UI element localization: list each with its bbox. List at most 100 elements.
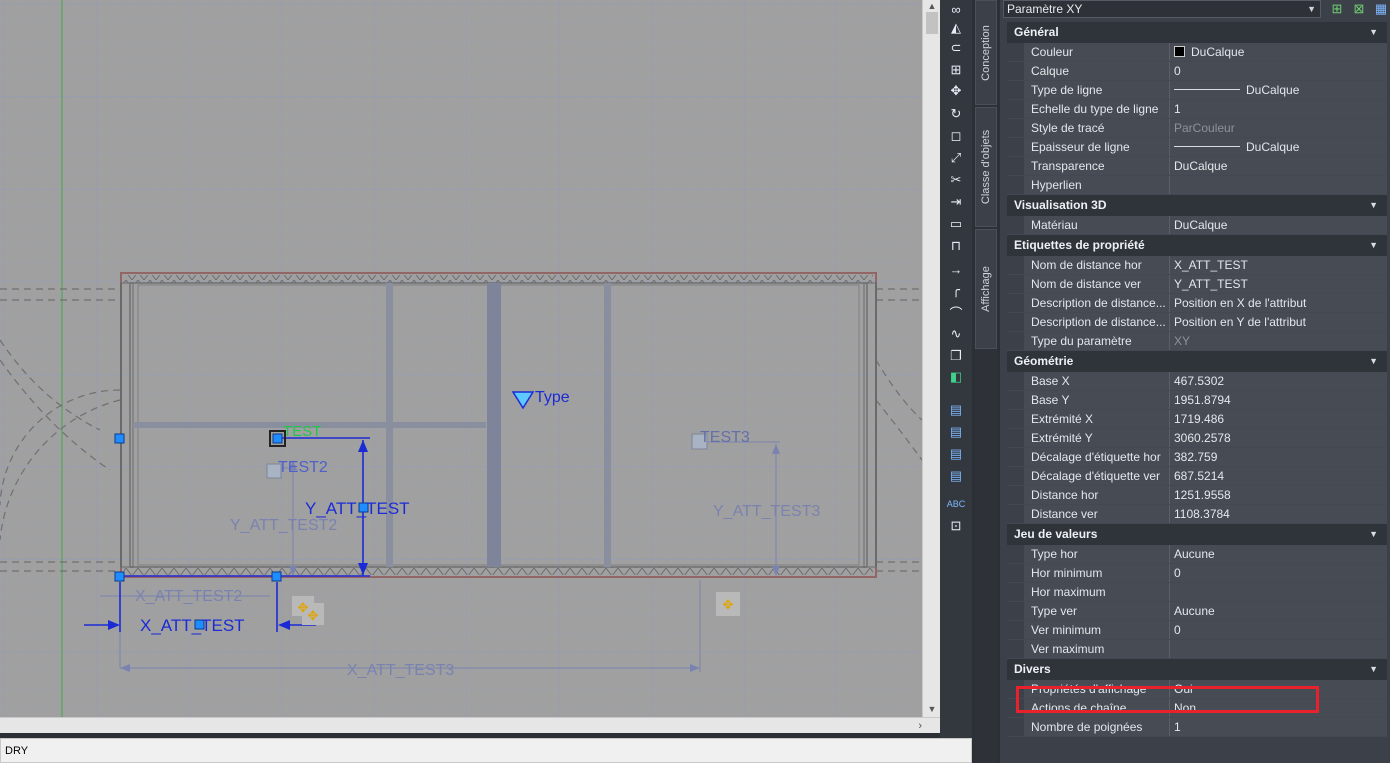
collapse-chevron-icon[interactable]: ▼	[1369, 659, 1378, 680]
extend-tool-icon[interactable]: ⇥	[946, 193, 966, 211]
property-row[interactable]: Distance hor 1251.9558	[1007, 486, 1387, 505]
property-value[interactable]: Y_ATT_TEST	[1170, 275, 1387, 293]
property-value[interactable]: 1251.9558	[1170, 486, 1387, 504]
property-row[interactable]: Type de ligne DuCalque	[1007, 81, 1387, 100]
property-row[interactable]: Type hor Aucune	[1007, 545, 1387, 564]
property-row[interactable]: Calque 0	[1007, 62, 1387, 81]
section-header[interactable]: Divers ▼	[1007, 659, 1387, 680]
property-row[interactable]: Hor minimum 0	[1007, 564, 1387, 583]
property-row[interactable]: Type du paramètre XY	[1007, 332, 1387, 351]
quick-select-icon[interactable]: ⊞	[1329, 1, 1345, 17]
toggle-pickadd-icon[interactable]: ▦	[1373, 1, 1389, 17]
property-row[interactable]: Décalage d'étiquette hor 382.759	[1007, 448, 1387, 467]
property-value[interactable]: XY	[1170, 332, 1387, 350]
property-row[interactable]: Epaisseur de ligne DuCalque	[1007, 138, 1387, 157]
property-row[interactable]: Couleur DuCalque	[1007, 43, 1387, 62]
section-header[interactable]: Géométrie ▼	[1007, 351, 1387, 372]
property-row[interactable]: Distance ver 1108.3784	[1007, 505, 1387, 524]
collapse-chevron-icon[interactable]: ▼	[1369, 195, 1378, 216]
scroll-right-icon[interactable]: ›	[918, 718, 922, 734]
object-type-select[interactable]: Paramètre XY ▼	[1003, 0, 1321, 18]
mirror-tool-icon[interactable]: ◭	[946, 19, 966, 37]
property-value[interactable]	[1170, 176, 1387, 194]
property-value[interactable]: DuCalque	[1170, 216, 1387, 234]
property-value[interactable]: 687.5214	[1170, 467, 1387, 485]
scale-tool-icon[interactable]: ◻	[946, 127, 966, 145]
property-row[interactable]: Matériau DuCalque	[1007, 216, 1387, 235]
property-row[interactable]: Style de tracé ParCouleur	[1007, 119, 1387, 138]
property-value[interactable]	[1170, 583, 1387, 601]
tab-affichage[interactable]: Affichage	[975, 229, 997, 349]
property-row[interactable]: Echelle du type de ligne 1	[1007, 100, 1387, 119]
spline-tool-icon[interactable]: ∿	[946, 325, 966, 343]
property-row[interactable]: Nom de distance ver Y_ATT_TEST	[1007, 275, 1387, 294]
property-value[interactable]: ParCouleur	[1170, 119, 1387, 137]
move-tool-icon[interactable]: ✥	[946, 82, 966, 100]
property-value[interactable]: 467.5302	[1170, 372, 1387, 390]
property-row[interactable]: Base X 467.5302	[1007, 372, 1387, 391]
section-header[interactable]: Jeu de valeurs ▼	[1007, 524, 1387, 545]
property-row[interactable]: Transparence DuCalque	[1007, 157, 1387, 176]
property-value[interactable]: 0	[1170, 564, 1387, 582]
text-tool-icon[interactable]: ABC	[946, 495, 966, 513]
command-line[interactable]: DRY	[0, 738, 972, 763]
property-value[interactable]: 0	[1170, 621, 1387, 639]
property-row[interactable]: Ver maximum	[1007, 640, 1387, 659]
break-tool-icon[interactable]: ▭	[946, 215, 966, 233]
property-row[interactable]: Type ver Aucune	[1007, 602, 1387, 621]
property-row[interactable]: Description de distance... Position en Y …	[1007, 313, 1387, 332]
section-header[interactable]: Général ▼	[1007, 22, 1387, 43]
layer-tool-3-icon[interactable]: ▤	[946, 445, 966, 463]
scroll-thumb[interactable]	[926, 12, 938, 34]
copy-tool-icon[interactable]: ❐	[946, 347, 966, 365]
drawing-canvas[interactable]: ✥ ✥ ✥ TEST TEST2 TEST3 Type Y_ATT_TEST Y…	[0, 0, 922, 717]
property-value[interactable]: 1951.8794	[1170, 391, 1387, 409]
property-row[interactable]: Nombre de poignées 1	[1007, 718, 1387, 737]
tab-classe-objets[interactable]: Classe d'objets	[975, 107, 997, 227]
property-value[interactable]: DuCalque	[1170, 43, 1387, 61]
property-row[interactable]: Ver minimum 0	[1007, 621, 1387, 640]
collapse-chevron-icon[interactable]: ▼	[1369, 22, 1378, 43]
collapse-chevron-icon[interactable]: ▼	[1369, 235, 1378, 256]
rect-array-icon[interactable]: ⊞	[946, 61, 966, 79]
property-row[interactable]: Hor maximum	[1007, 583, 1387, 602]
property-row[interactable]: Description de distance... Position en X …	[1007, 294, 1387, 313]
collapse-chevron-icon[interactable]: ▼	[1369, 524, 1378, 545]
horizontal-scrollbar[interactable]: ›	[0, 717, 940, 733]
property-value[interactable]: Aucune	[1170, 602, 1387, 620]
property-value[interactable]	[1170, 640, 1387, 658]
section-header[interactable]: Etiquettes de propriété ▼	[1007, 235, 1387, 256]
erase-tool-icon[interactable]: ◧	[946, 368, 966, 386]
arc-tool-icon[interactable]: ⌒	[946, 303, 966, 321]
layer-tool-2-icon[interactable]: ▤	[946, 423, 966, 441]
property-row[interactable]: Nom de distance hor X_ATT_TEST	[1007, 256, 1387, 275]
property-row[interactable]: Base Y 1951.8794	[1007, 391, 1387, 410]
trim-tool-icon[interactable]: ✂	[946, 171, 966, 189]
select-objects-icon[interactable]: ⊠	[1351, 1, 1367, 17]
join-tool-icon[interactable]: ⊓	[946, 237, 966, 255]
property-value[interactable]: DuCalque	[1170, 157, 1387, 175]
collapse-chevron-icon[interactable]: ▼	[1369, 351, 1378, 372]
array-tool-icon[interactable]: ∞	[946, 0, 966, 18]
scroll-up-icon[interactable]: ▲	[923, 0, 941, 12]
offset-tool-icon[interactable]: ⊂	[946, 39, 966, 57]
vertical-scrollbar[interactable]: ▲ ▼	[922, 0, 940, 717]
property-value[interactable]: DuCalque	[1170, 138, 1387, 156]
layer-tool-4-icon[interactable]: ▤	[946, 467, 966, 485]
scroll-down-icon[interactable]: ▼	[923, 703, 941, 715]
rotate-tool-icon[interactable]: ↻	[946, 105, 966, 123]
property-value[interactable]: 1719.486	[1170, 410, 1387, 428]
fillet-tool-icon[interactable]: ╭	[946, 281, 966, 299]
property-value[interactable]: 3060.2578	[1170, 429, 1387, 447]
attribute-tool-icon[interactable]: ⊡	[946, 517, 966, 535]
tab-conception[interactable]: Conception	[975, 0, 997, 105]
property-row[interactable]: Extrémité Y 3060.2578	[1007, 429, 1387, 448]
property-value[interactable]: X_ATT_TEST	[1170, 256, 1387, 274]
property-row[interactable]: Décalage d'étiquette ver 687.5214	[1007, 467, 1387, 486]
property-value[interactable]: 1	[1170, 718, 1387, 736]
property-value[interactable]: 382.759	[1170, 448, 1387, 466]
property-value[interactable]: DuCalque	[1170, 81, 1387, 99]
chamfer-tool-icon[interactable]: →	[946, 260, 966, 278]
property-row[interactable]: Extrémité X 1719.486	[1007, 410, 1387, 429]
property-value[interactable]: Aucune	[1170, 545, 1387, 563]
